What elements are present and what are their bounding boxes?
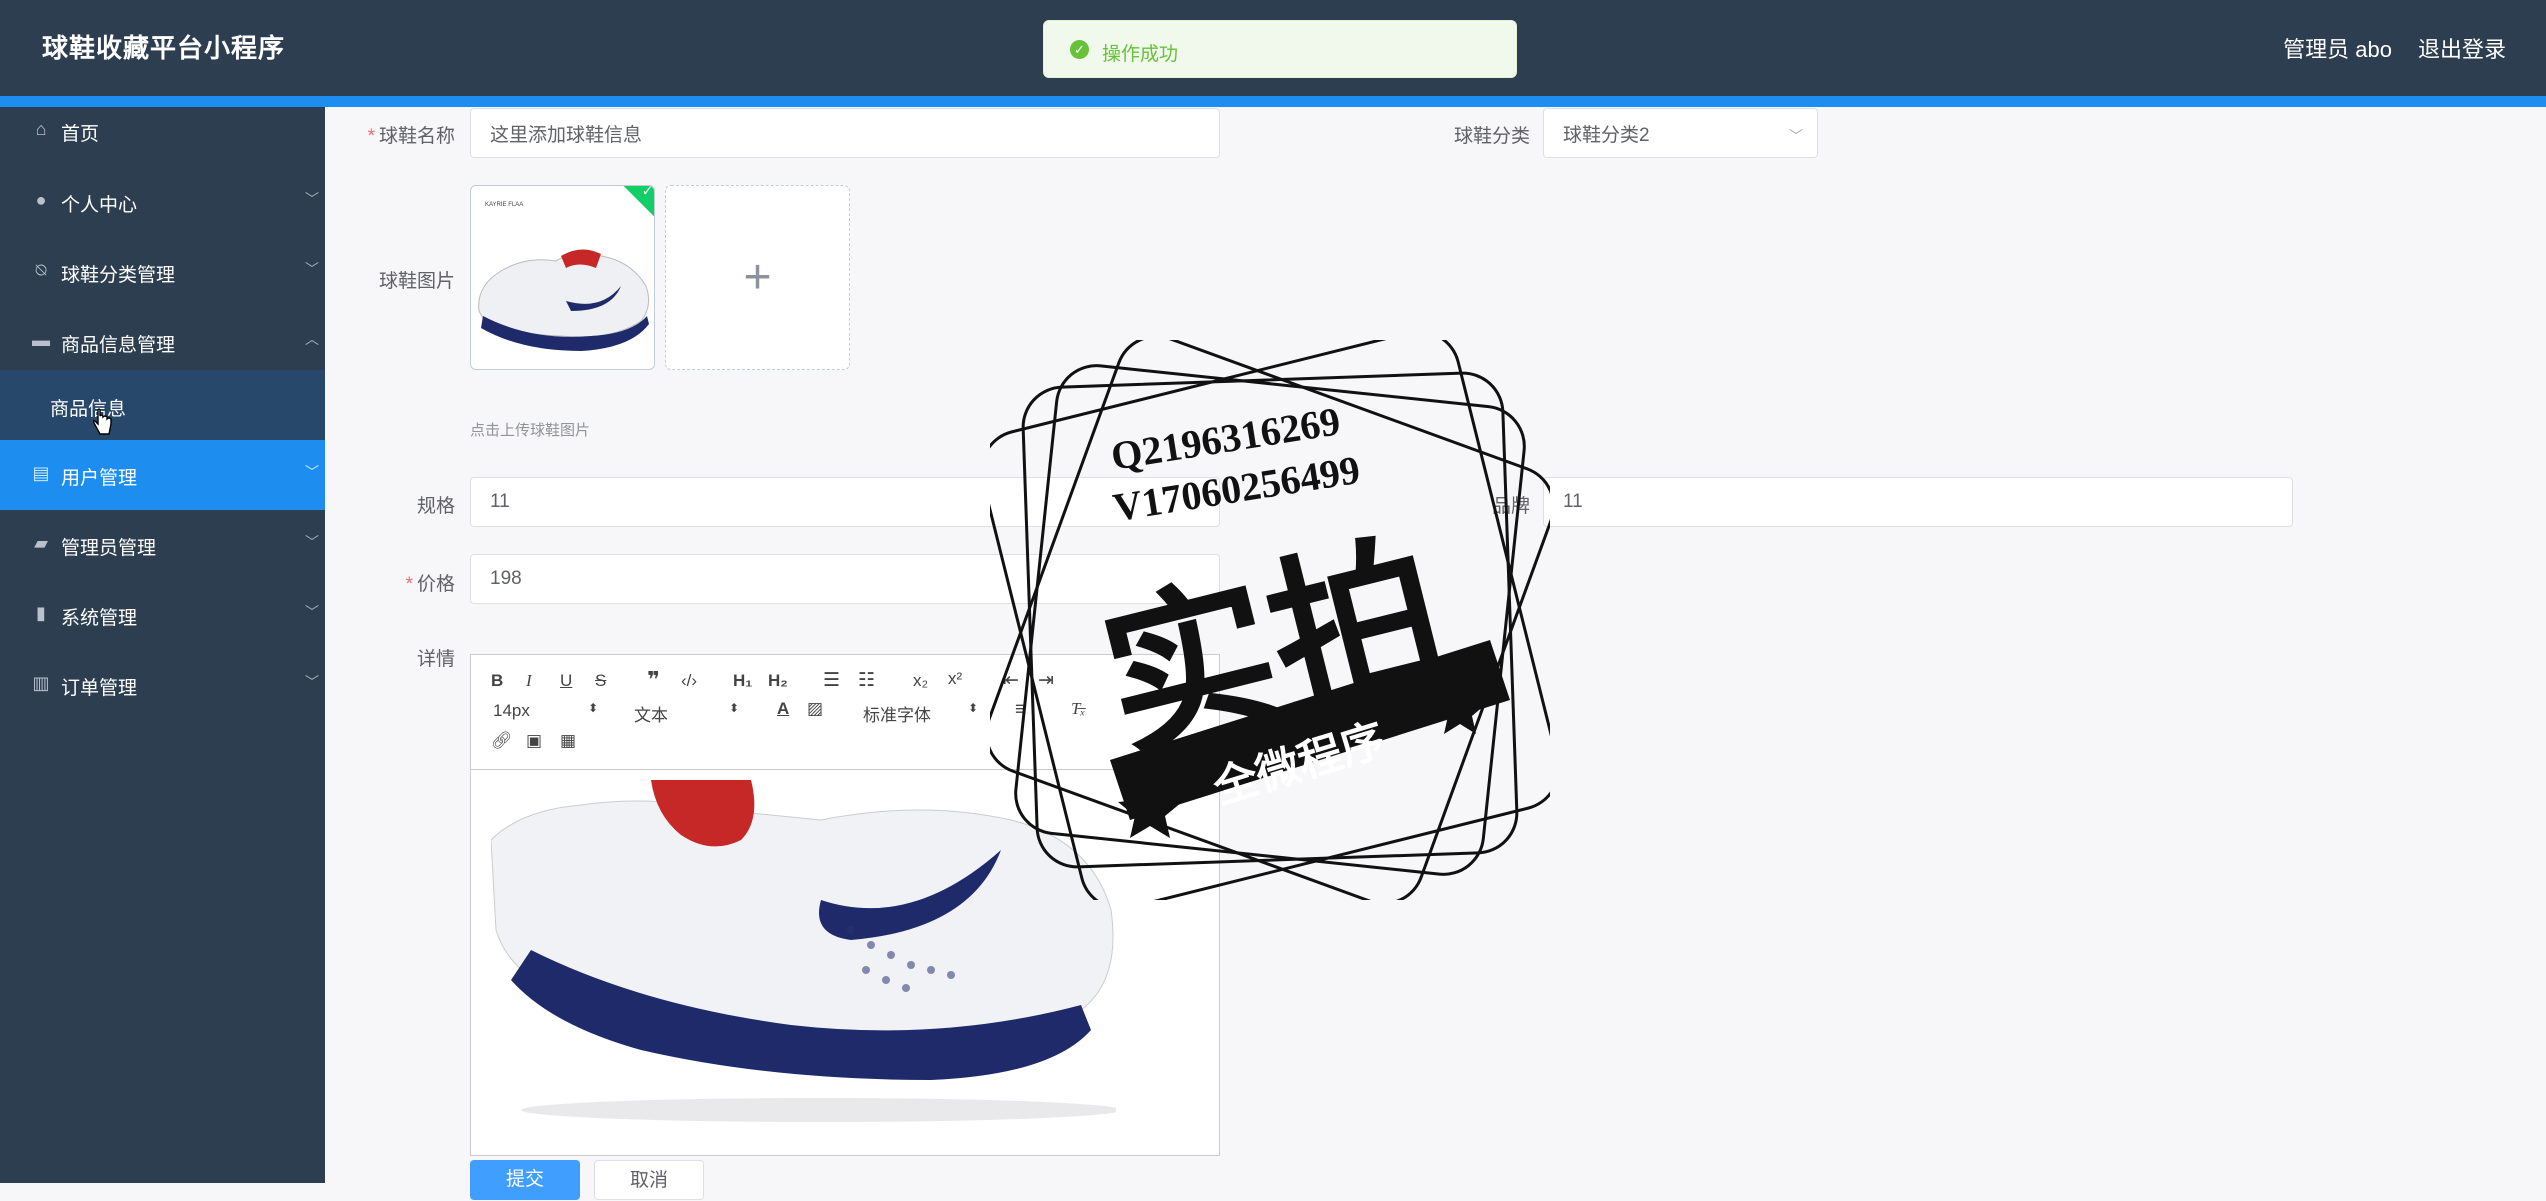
- link-icon[interactable]: 🔗︎: [491, 731, 513, 751]
- sort-caret-icon: ⬍: [728, 701, 739, 715]
- sidebar-item-label: 个人中心: [61, 195, 138, 216]
- sidebar-item-home[interactable]: ⌂ 首页: [0, 107, 325, 153]
- image-label: 球鞋图片: [378, 271, 455, 292]
- chevron-up-icon: ︿: [305, 331, 319, 347]
- ordered-list-icon[interactable]: ☰: [823, 669, 840, 692]
- watermark-stamp: Q2196316269 V17060256499 实拍 全微程序: [990, 340, 1550, 900]
- sidebar-item-label: 商品信息: [50, 399, 127, 420]
- plus-icon: +: [743, 251, 772, 304]
- sidebar-item-admin-management[interactable]: ▰ 管理员管理 ﹀: [0, 510, 325, 580]
- bar-chart-icon: ▮: [36, 603, 46, 623]
- video-icon[interactable]: ▦: [560, 731, 576, 751]
- sidebar-item-order-management[interactable]: ▥ 订单管理 ﹀: [0, 650, 325, 720]
- cancel-button[interactable]: 取消: [594, 1160, 704, 1200]
- spec-label: 规格: [416, 496, 455, 517]
- briefcase-icon: ▰: [34, 533, 48, 553]
- sidebar: ⌂ 首页 ● 个人中心 ﹀ ⍉ 球鞋分类管理 ﹀ ▬ 商品信息管理 ︿ 商品信息…: [0, 107, 325, 1183]
- category-select[interactable]: 球鞋分类2 ﹀: [1543, 108, 1818, 158]
- chevron-down-icon: ﹀: [305, 674, 319, 690]
- heading1-icon[interactable]: H₁: [733, 671, 752, 691]
- italic-icon[interactable]: I: [526, 671, 532, 691]
- upload-hint: 点击上传球鞋图片: [470, 422, 591, 439]
- price-label: * 价格: [405, 574, 455, 595]
- sort-caret-icon: ⬍: [587, 701, 598, 715]
- bullet-list-icon[interactable]: ☷: [858, 669, 875, 692]
- home-icon: ⌂: [35, 119, 47, 139]
- upload-add-button[interactable]: +: [665, 185, 850, 370]
- hand-cursor-icon: [92, 408, 112, 435]
- check-icon: ✓: [622, 186, 654, 218]
- subscript-icon[interactable]: x₂: [913, 671, 928, 691]
- superscript-icon[interactable]: x²: [948, 669, 962, 689]
- bold-icon[interactable]: B: [491, 671, 503, 691]
- sidebar-item-category-management[interactable]: ⍉ 球鞋分类管理 ﹀: [0, 237, 325, 307]
- sidebar-item-product-management[interactable]: ▬ 商品信息管理 ︿: [0, 307, 325, 377]
- brand-input[interactable]: 11: [1543, 477, 2293, 527]
- sidebar-item-label: 管理员管理: [61, 538, 157, 559]
- font-color-icon[interactable]: A: [777, 699, 789, 719]
- chevron-down-icon: ﹀: [305, 604, 319, 620]
- font-size-select[interactable]: 14px ⬍: [493, 701, 598, 721]
- sidebar-item-label: 首页: [61, 124, 100, 145]
- underline-icon[interactable]: U: [560, 671, 572, 691]
- background-color-icon[interactable]: ▨: [807, 699, 823, 719]
- admin-username: 管理员 abo: [2283, 37, 2392, 62]
- monitor-icon: ▬: [32, 330, 50, 350]
- accent-bar: [0, 96, 2546, 107]
- toast-message: 操作成功: [1102, 44, 1179, 65]
- code-block-icon[interactable]: ‹/›: [681, 671, 697, 691]
- sidebar-item-product-info[interactable]: 商品信息: [0, 370, 325, 440]
- sidebar-item-label: 球鞋分类管理: [61, 265, 176, 286]
- sidebar-item-label: 订单管理: [61, 678, 138, 699]
- uploaded-image-thumbnail[interactable]: ✓ KAYRIE FLAA: [470, 185, 655, 370]
- heading2-icon[interactable]: H₂: [768, 671, 788, 691]
- app-title: 球鞋收藏平台小程序: [42, 33, 286, 63]
- check-circle-icon: ✓: [1070, 40, 1089, 59]
- clipboard-icon: ▤: [32, 463, 50, 483]
- submit-button[interactable]: 提交: [470, 1160, 580, 1200]
- blockquote-icon[interactable]: ❞: [647, 667, 660, 693]
- sidebar-item-label: 用户管理: [61, 468, 138, 489]
- bell-off-icon: ⍉: [35, 260, 47, 280]
- image-icon[interactable]: ▣: [526, 731, 542, 751]
- shoe-thumbnail-image: [478, 249, 650, 351]
- chevron-down-icon: ﹀: [305, 534, 319, 550]
- header-select[interactable]: 文本 ⬍: [634, 701, 739, 725]
- user-icon: ●: [35, 190, 47, 210]
- thumbnail-caption: KAYRIE FLAA: [485, 202, 524, 208]
- chevron-down-icon: ﹀: [305, 191, 319, 207]
- category-label: 球鞋分类: [1453, 126, 1530, 147]
- sidebar-item-label: 系统管理: [61, 608, 138, 629]
- logout-link[interactable]: 退出登录: [2418, 32, 2506, 64]
- name-label: * 球鞋名称: [367, 126, 455, 147]
- chevron-down-icon: ﹀: [305, 261, 319, 277]
- detail-label: 详情: [416, 649, 455, 670]
- strikethrough-icon[interactable]: S: [595, 671, 606, 691]
- building-icon: ▥: [32, 673, 50, 693]
- chevron-down-icon: ﹀: [305, 464, 319, 480]
- shoe-name-input[interactable]: 这里添加球鞋信息: [470, 108, 1220, 158]
- chevron-down-icon: ﹀: [1789, 128, 1803, 144]
- sidebar-item-label: 商品信息管理: [61, 335, 176, 356]
- sidebar-item-profile[interactable]: ● 个人中心 ﹀: [0, 167, 325, 237]
- font-family-select[interactable]: 标准字体 ⬍: [863, 701, 978, 725]
- sort-caret-icon: ⬍: [967, 701, 978, 715]
- sidebar-item-user-management[interactable]: ▤ 用户管理 ﹀: [0, 440, 325, 510]
- sidebar-item-system-management[interactable]: ▮ 系统管理 ﹀: [0, 580, 325, 650]
- success-toast: ✓ 操作成功: [1043, 20, 1517, 78]
